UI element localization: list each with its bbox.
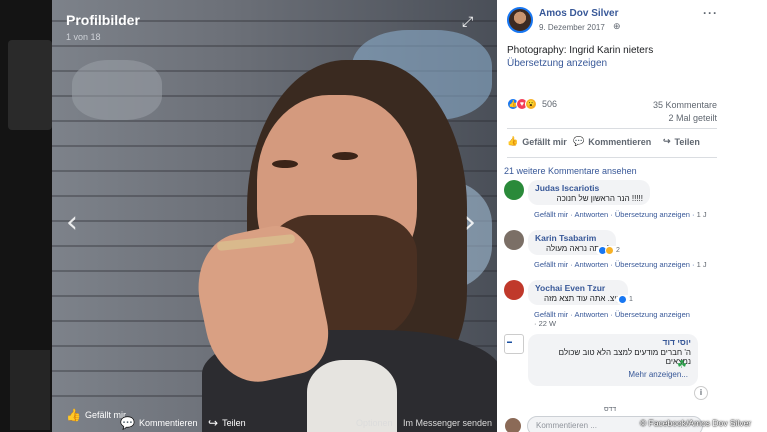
comment-reply-link[interactable]: Antworten xyxy=(574,210,608,219)
right-rail xyxy=(727,0,767,432)
post-text: Photography: Ingrid Karin nieters xyxy=(507,45,654,56)
like-reaction-icon xyxy=(618,295,627,304)
viewer-comment-button[interactable]: 💬 Kommentieren xyxy=(120,416,197,430)
author-avatar[interactable] xyxy=(507,7,533,33)
comment-like-link[interactable]: Gefällt mir xyxy=(534,310,568,319)
more-icon[interactable]: ··· xyxy=(703,6,718,20)
comment-translate-link[interactable]: Übersetzung anzeigen xyxy=(615,210,690,219)
comment-reaction-count: 1 xyxy=(629,296,633,303)
comment-icon: 💬 xyxy=(120,416,135,430)
comment-translate-link[interactable]: Übersetzung anzeigen xyxy=(615,310,690,319)
expand-icon[interactable]: ⤢ xyxy=(462,14,476,28)
background-ghost xyxy=(10,350,50,430)
comment-meta: Gefällt mir · Antworten · Übersetzung an… xyxy=(534,310,690,319)
post-action-bar: 👍 Gefällt mir 💬 Kommentieren ↪ Teilen xyxy=(497,134,727,154)
share-arrow-icon: ↪ xyxy=(663,136,671,146)
thumbs-up-icon: 👍 xyxy=(507,136,519,146)
comment-text: !!!!! הנר הראשון של חנוכה xyxy=(556,194,643,203)
divider xyxy=(507,128,717,129)
eye xyxy=(332,152,358,160)
background-dim xyxy=(0,0,52,432)
comment-bubble: יוסי דוד ה' חברים מודעים למצב הלא טוב שכ… xyxy=(528,334,698,386)
viewer-like-button[interactable]: 👍 Gefällt mir xyxy=(66,408,126,422)
thumbs-up-icon: 👍 xyxy=(66,408,81,422)
eye xyxy=(272,160,298,168)
photo-viewer: Profilbilder 1 von 18 ⤢ ‹ › 👍 Gefällt mi… xyxy=(0,0,497,432)
comment-time[interactable]: 1 J xyxy=(697,260,707,269)
commenter-avatar[interactable] xyxy=(504,180,524,200)
comment-time-value: 22 W xyxy=(538,319,557,328)
commenter-name[interactable]: Yochai Even Tzur xyxy=(535,283,621,293)
share-button[interactable]: ↪ Teilen xyxy=(663,136,700,147)
like-label: Gefällt mir xyxy=(522,136,567,147)
laugh-reaction-icon xyxy=(605,246,614,255)
watermark: © Facebook/Amos Dov Silver xyxy=(640,418,752,428)
more-comments-link[interactable]: 21 weitere Kommentare ansehen xyxy=(504,166,637,176)
comment-translate-link[interactable]: Übersetzung anzeigen xyxy=(615,260,690,269)
commenter-avatar[interactable] xyxy=(504,230,524,250)
comment-reply-link[interactable]: Antworten xyxy=(574,310,608,319)
current-user-avatar xyxy=(505,418,521,432)
comment-button[interactable]: 💬 Kommentieren xyxy=(573,136,651,147)
commenter-name[interactable]: יוסי דוד xyxy=(535,337,691,347)
comment-time[interactable]: · 22 W xyxy=(534,319,556,328)
comment-icon: 💬 xyxy=(573,136,585,146)
share-arrow-icon: ↪ xyxy=(208,416,219,430)
comment-extra-text: דדס xyxy=(604,406,617,413)
comment-like-link[interactable]: Gefällt mir xyxy=(534,210,568,219)
commenter-name[interactable]: Karin Tsabarim xyxy=(535,233,609,243)
comment-reply-link[interactable]: Antworten xyxy=(574,260,608,269)
comment-reactions[interactable]: 2 xyxy=(596,246,622,255)
comment-text: קיצ. אתה עוד תצא מזה xyxy=(544,294,621,303)
graffiti xyxy=(72,60,162,120)
photo-counter: 1 von 18 xyxy=(66,32,101,42)
viewer-title[interactable]: Profilbilder xyxy=(66,12,140,28)
next-arrow-icon[interactable]: › xyxy=(464,205,476,240)
globe-icon: ⊕ xyxy=(613,21,621,31)
like-button[interactable]: 👍 Gefällt mir xyxy=(507,136,567,147)
commenter-name[interactable]: Judas Iscariotis xyxy=(535,183,643,193)
wow-reaction-icon: 😮 xyxy=(525,98,537,110)
author-name[interactable]: Amos Dov Silver xyxy=(539,8,618,19)
background-ghost xyxy=(8,40,52,130)
comment-count[interactable]: 35 Kommentare xyxy=(653,100,717,110)
share-label: Teilen xyxy=(674,136,700,147)
comment-time[interactable]: 1 J xyxy=(697,210,707,219)
comment-label: Kommentieren xyxy=(588,136,652,147)
clover-icon: ☘ xyxy=(677,359,687,371)
post-date[interactable]: 9. Dezember 2017 xyxy=(539,23,605,32)
viewer-messenger-button[interactable]: Im Messenger senden xyxy=(403,418,492,428)
comment-bubble: Judas Iscariotis !!!!! הנר הראשון של חנו… xyxy=(528,180,650,205)
divider xyxy=(507,157,717,158)
viewer-share-button[interactable]: ↪ Teilen xyxy=(208,416,246,430)
viewer-share-label: Teilen xyxy=(222,418,246,428)
info-icon[interactable]: i xyxy=(694,386,708,400)
translate-link[interactable]: Übersetzung anzeigen xyxy=(507,58,607,69)
reaction-summary[interactable]: 👍 ♥ 😮 506 xyxy=(507,98,557,110)
show-more-link[interactable]: Mehr anzeigen... xyxy=(628,370,688,379)
comment-reactions[interactable]: 1 xyxy=(616,295,635,304)
commenter-avatar[interactable]: ▬ xyxy=(504,334,524,354)
comment-meta: Gefällt mir · Antworten · Übersetzung an… xyxy=(534,210,707,219)
reaction-count: 506 xyxy=(542,99,558,109)
comment-reaction-count: 2 xyxy=(616,247,620,254)
viewer-comment-label: Kommentieren xyxy=(138,418,198,428)
viewer-action-bar: 👍 Gefällt mir 💬 Kommentieren ↪ Teilen Op… xyxy=(52,408,497,432)
post-panel: Amos Dov Silver 9. Dezember 2017 ⊕ ··· P… xyxy=(497,0,727,432)
comment-text: ה' חברים מודעים למצב הלא טוב שכולם נמצאי… xyxy=(558,348,691,366)
previous-arrow-icon[interactable]: ‹ xyxy=(66,205,78,240)
commenter-avatar[interactable] xyxy=(504,280,524,300)
comment-bubble: Yochai Even Tzur קיצ. אתה עוד תצא מזה xyxy=(528,280,628,305)
profile-photo[interactable] xyxy=(52,0,497,432)
avatar-logo-icon: ▬ xyxy=(507,339,512,345)
comment-meta: Gefällt mir · Antworten · Übersetzung an… xyxy=(534,260,707,269)
comment-like-link[interactable]: Gefällt mir xyxy=(534,260,568,269)
share-count[interactable]: 2 Mal geteilt xyxy=(668,113,717,123)
viewer-options-button[interactable]: Optionen xyxy=(356,418,393,428)
